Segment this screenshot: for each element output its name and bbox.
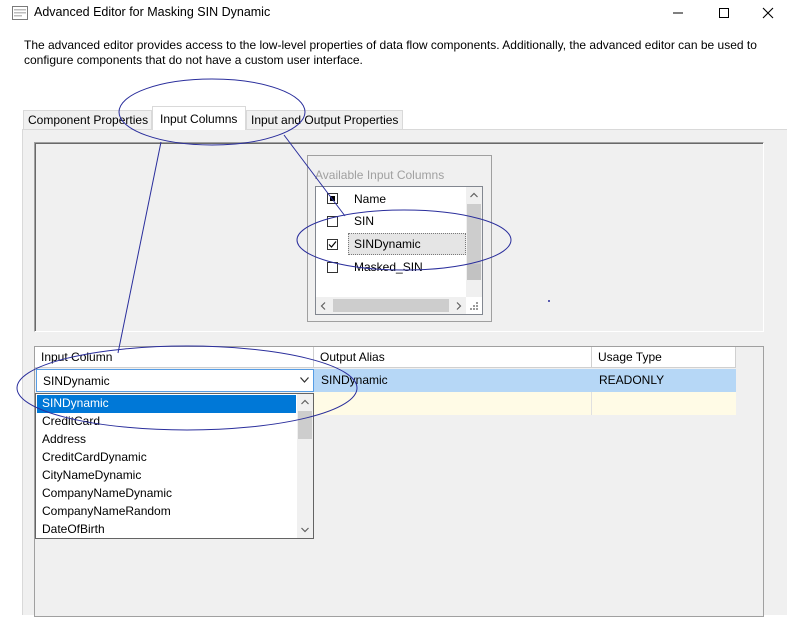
list-header-row[interactable]: Name (316, 188, 466, 210)
masked-sin-checkbox[interactable] (327, 262, 338, 273)
minimize-icon (673, 12, 683, 14)
title-bar: Advanced Editor for Masking SIN Dynamic (0, 0, 787, 26)
grid-divider (591, 392, 592, 415)
name-column-header: Name (354, 192, 387, 206)
tab-label: Component Properties (28, 113, 149, 127)
dropdown-option[interactable]: CityNameDynamic (37, 467, 296, 485)
close-icon (762, 7, 774, 19)
dropdown-option[interactable]: CompanyNameRandom (37, 503, 296, 521)
scroll-right-icon[interactable] (456, 302, 462, 310)
scroll-thumb[interactable] (467, 204, 481, 264)
grid-header-output-alias[interactable]: Output Alias (314, 347, 592, 368)
grid-header-input-column[interactable]: Input Column (35, 347, 314, 368)
minimize-button[interactable] (655, 0, 701, 26)
sin-checkbox[interactable] (327, 216, 338, 227)
input-column-combobox[interactable]: SINDynamic (36, 369, 314, 392)
scroll-thumb[interactable] (298, 411, 312, 439)
maximize-icon (719, 8, 729, 18)
sindynamic-checkbox[interactable] (327, 239, 338, 250)
tab-label: Input Columns (160, 111, 238, 126)
combobox-value: SINDynamic (43, 374, 110, 388)
dropdown-option[interactable]: CreditCardDynamic (37, 449, 296, 467)
scroll-down-icon[interactable] (301, 527, 309, 533)
intro-text: The advanced editor provides access to t… (24, 38, 757, 67)
size-grip-icon (470, 302, 478, 310)
scroll-up-icon[interactable] (470, 192, 478, 198)
column-name: Masked_SIN (354, 260, 423, 274)
select-all-checkbox[interactable] (327, 193, 338, 204)
scroll-thumb-lower[interactable] (467, 264, 481, 280)
maximize-button[interactable] (701, 0, 747, 26)
scroll-left-icon[interactable] (320, 302, 326, 310)
tab-input-columns[interactable]: Input Columns (152, 106, 246, 130)
close-button[interactable] (745, 0, 787, 26)
hscroll-thumb[interactable] (333, 299, 449, 312)
column-name: SIN (354, 214, 375, 228)
list-horizontal-scrollbar[interactable] (316, 297, 466, 314)
list-item[interactable]: Masked_SIN (316, 256, 466, 278)
available-columns-list[interactable]: Name SIN SINDynamic Masked_SIN (315, 186, 483, 315)
dropdown-option[interactable]: Address (37, 431, 296, 449)
tab-label: Input and Output Properties (251, 113, 399, 127)
column-name: SINDynamic (354, 237, 421, 251)
chevron-down-icon[interactable] (300, 377, 309, 383)
app-icon (12, 6, 28, 20)
list-vertical-scrollbar[interactable] (466, 187, 482, 297)
list-item[interactable]: SINDynamic (316, 233, 466, 255)
dropdown-option[interactable]: DateOfBirth (37, 521, 296, 538)
dropdown-option-selected[interactable]: SINDynamic (37, 395, 296, 413)
scroll-up-icon[interactable] (301, 399, 309, 405)
dropdown-option[interactable]: CompanyNameDynamic (37, 485, 296, 503)
tab-component-properties[interactable]: Component Properties (23, 110, 152, 129)
window-title: Advanced Editor for Masking SIN Dynamic (34, 5, 271, 19)
available-input-columns-title: Available Input Columns (315, 168, 445, 182)
list-item[interactable]: SIN (316, 210, 466, 232)
input-column-dropdown-list[interactable]: SINDynamic CreditCard Address CreditCard… (35, 393, 314, 539)
tab-input-output-properties[interactable]: Input and Output Properties (246, 110, 403, 129)
new-row-placeholder[interactable] (314, 392, 736, 415)
window-left-edge (0, 26, 3, 615)
dropdown-scrollbar[interactable] (297, 394, 313, 538)
tab-strip-border (22, 129, 787, 130)
usage-type-cell[interactable]: READONLY (592, 369, 736, 392)
dropdown-option[interactable]: CreditCard (37, 413, 296, 431)
grid-header-usage-type[interactable]: Usage Type (592, 347, 736, 368)
output-alias-cell[interactable]: SINDynamic (314, 369, 592, 392)
